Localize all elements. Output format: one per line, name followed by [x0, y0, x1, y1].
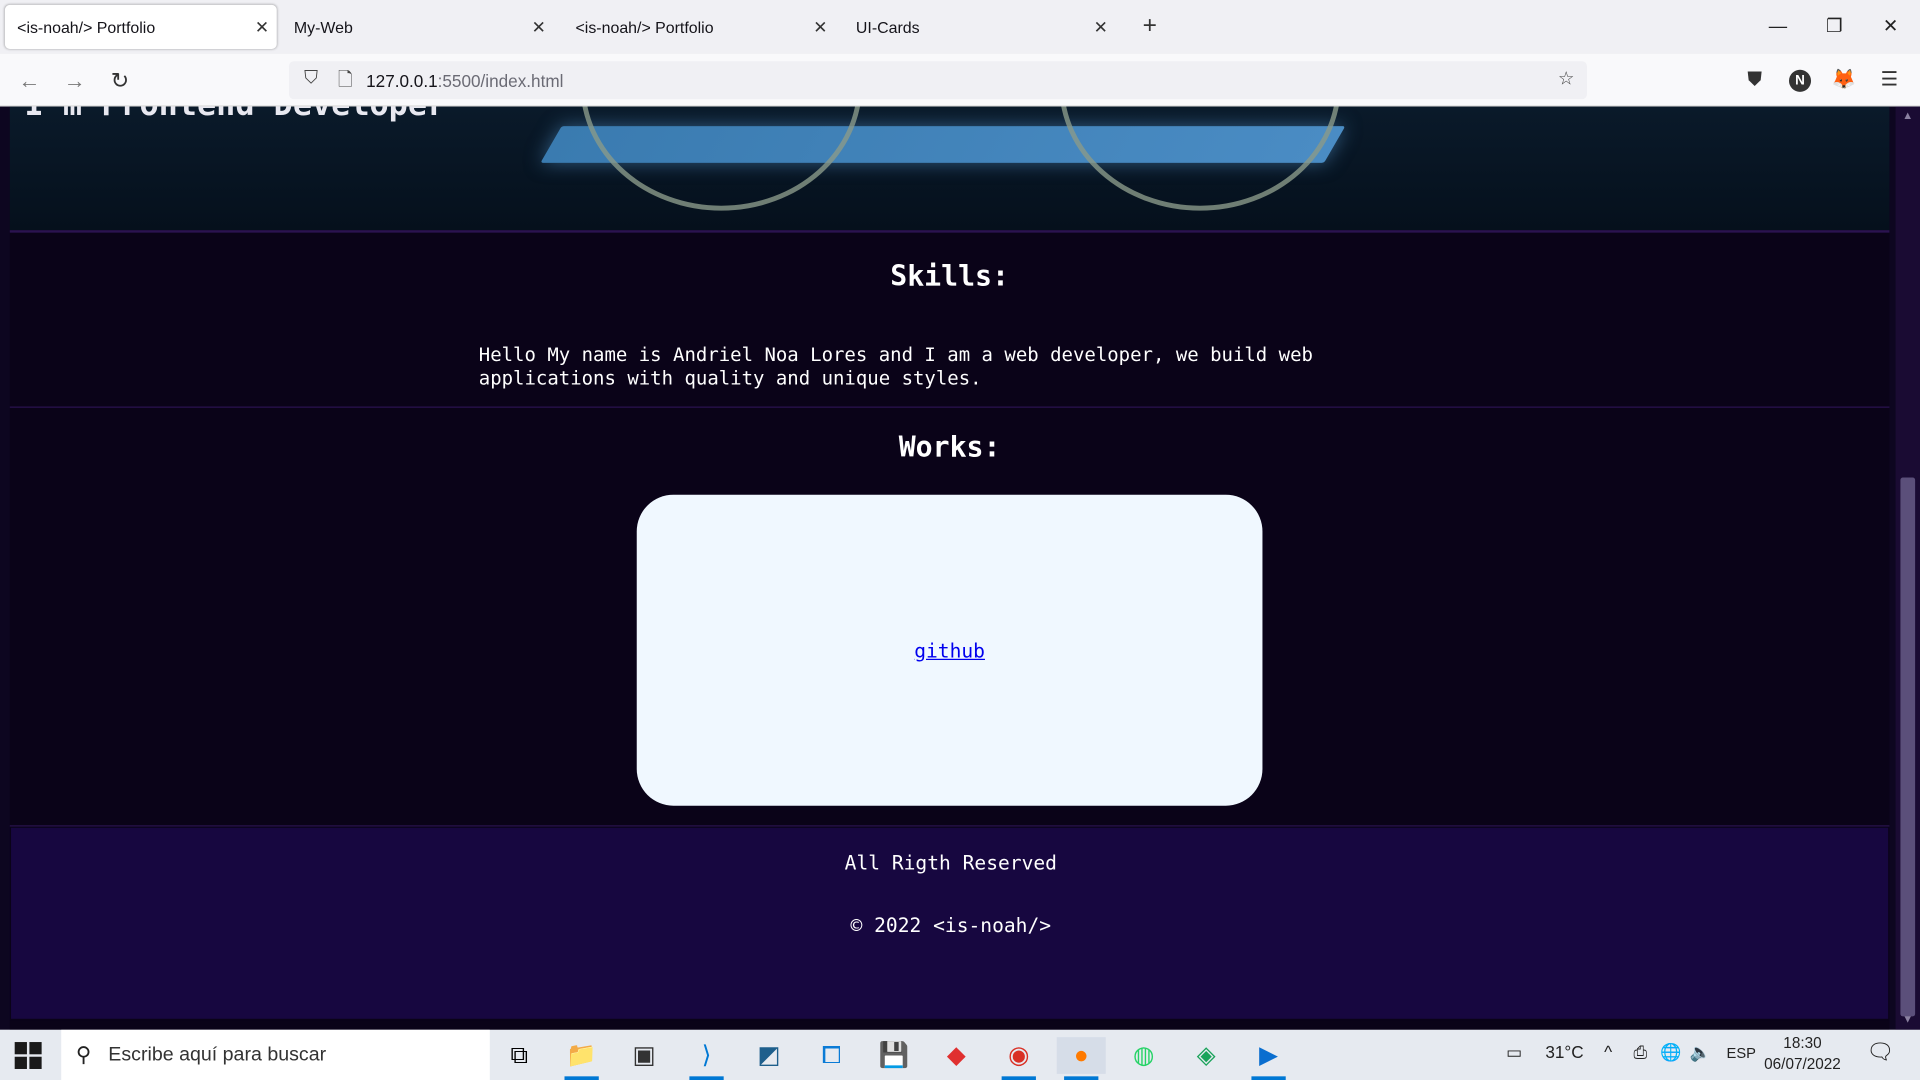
firefox-icon[interactable]: ● [1056, 1037, 1106, 1080]
screen: <is-noah/> Portfolio ✕ My-Web ✕ <is-noah… [0, 0, 1920, 1080]
close-tab-icon[interactable]: ✕ [247, 17, 276, 38]
scroll-down-arrow-icon[interactable]: ▼ [1900, 1013, 1915, 1028]
app-icon-red[interactable]: ◆ [932, 1037, 981, 1074]
work-card: github [636, 494, 1263, 806]
windows-start-icon[interactable] [14, 1042, 42, 1069]
github-link[interactable]: github [914, 639, 985, 662]
new-tab-button[interactable]: + [1136, 12, 1163, 39]
address-bar[interactable]: ⛉ 🗋 127.0.0.1:5500/index.html ☆ [288, 61, 1587, 100]
battery-icon[interactable]: ▭ [1506, 1042, 1522, 1063]
clock-time: 18:30 [1783, 1034, 1822, 1052]
forward-arrow-icon[interactable]: → [60, 66, 89, 95]
tab-my-web[interactable]: My-Web ✕ [282, 5, 554, 49]
tab-title: My-Web [293, 17, 353, 37]
dev-tool-icon[interactable]: ◩ [744, 1037, 793, 1074]
volume-icon[interactable]: 🔈 [1690, 1042, 1711, 1063]
shield-icon[interactable]: ⛉ [299, 67, 323, 91]
skills-section: Skills: Hello My name is Andriel Noa Lor… [9, 234, 1890, 408]
task-view-icon[interactable]: ⧉ [495, 1037, 544, 1074]
page-info-icon[interactable]: 🗋 [333, 67, 357, 91]
notifications-icon[interactable]: 🗨 [1866, 1040, 1894, 1066]
bookmark-star-icon[interactable]: ☆ [1554, 67, 1578, 91]
vscode-icon[interactable]: ⟩ [682, 1037, 731, 1080]
url-path: :5500/index.html [437, 70, 564, 91]
glasses-lens-left [580, 106, 863, 211]
taskbar-search-placeholder: Escribe aquí para buscar [108, 1043, 327, 1065]
skills-title: Skills: [890, 260, 1009, 293]
app-diamond-icon[interactable]: ◈ [1182, 1037, 1231, 1074]
tab-ui-cards[interactable]: UI-Cards ✕ [844, 5, 1116, 49]
works-title: Works: [898, 432, 1001, 465]
app-window-icon[interactable]: ⧠ [807, 1037, 856, 1074]
hero-title: I'm Frontend Developer [24, 107, 446, 124]
tab-title: UI-Cards [855, 17, 920, 37]
taskbar-clock[interactable]: 18:30 06/07/2022 [1763, 1033, 1841, 1075]
terminal-icon[interactable]: ▣ [620, 1037, 669, 1074]
account-avatar[interactable]: N [1788, 69, 1812, 92]
hero-banner: I'm Frontend Developer [9, 106, 1890, 233]
file-explorer-icon[interactable]: 📁 [557, 1037, 606, 1080]
page-viewport: I'm Frontend Developer Skills: Hello My … [0, 106, 1920, 1030]
temperature-label[interactable]: 31°C [1545, 1042, 1583, 1062]
device-icon[interactable]: ⎙ [1633, 1042, 1647, 1063]
reload-icon[interactable]: ↻ [105, 66, 134, 95]
page-footer: All Rigth Reserved © 2022 <is-noah/> [9, 826, 1890, 1021]
chrome-icon[interactable]: ◉ [994, 1037, 1043, 1080]
clock-date: 06/07/2022 [1764, 1055, 1841, 1073]
close-tab-icon[interactable]: ✕ [524, 17, 553, 38]
portfolio-page: I'm Frontend Developer Skills: Hello My … [9, 106, 1890, 1030]
url-host: 127.0.0.1 [366, 70, 438, 91]
media-app-icon[interactable]: ▶ [1244, 1037, 1293, 1080]
restore-button[interactable]: ❐ [1817, 10, 1851, 44]
close-tab-icon[interactable]: ✕ [806, 17, 835, 38]
skills-description: Hello My name is Andriel Noa Lores and I… [478, 344, 1313, 390]
back-arrow-icon[interactable]: ← [15, 66, 44, 95]
close-tab-icon[interactable]: ✕ [1086, 17, 1115, 38]
footer-rights: All Rigth Reserved [844, 851, 1057, 875]
scroll-up-arrow-icon[interactable]: ▲ [1900, 109, 1915, 124]
browser-nav-bar: ← → ↻ ⛉ 🗋 127.0.0.1:5500/index.html ☆ ⛊ … [0, 53, 1920, 107]
metamask-extension-icon[interactable]: 🦊 [1829, 66, 1858, 95]
tab-portfolio-active[interactable]: <is-noah/> Portfolio ✕ [4, 4, 277, 49]
menu-icon[interactable]: ☰ [1875, 66, 1904, 95]
works-section: Works: github [9, 408, 1890, 827]
page-scrollbar[interactable]: ▲ ▼ [1895, 106, 1920, 1030]
search-icon: ⚲ [75, 1042, 92, 1066]
chevron-up-icon[interactable]: ^ [1604, 1042, 1612, 1062]
taskbar-search-box[interactable]: ⚲ Escribe aquí para buscar [61, 1029, 490, 1080]
tab-portfolio[interactable]: <is-noah/> Portfolio ✕ [563, 5, 835, 49]
footer-copyright: © 2022 <is-noah/> [850, 913, 1052, 937]
minimize-button[interactable]: — [1761, 10, 1795, 44]
tab-title: <is-noah/> Portfolio [17, 17, 156, 37]
browser-tab-bar: <is-noah/> Portfolio ✕ My-Web ✕ <is-noah… [0, 0, 1920, 54]
glasses-lens-right [1059, 106, 1341, 211]
windows-taskbar: ⚲ Escribe aquí para buscar ⧉ 📁 ▣ ⟩ ◩ ⧠ 💾… [0, 1029, 1920, 1080]
pocket-icon[interactable]: ⛊ [1740, 66, 1769, 95]
close-window-button[interactable]: ✕ [1873, 10, 1907, 44]
scroll-thumb[interactable] [1900, 477, 1916, 1017]
tab-title: <is-noah/> Portfolio [575, 17, 714, 37]
save-app-icon[interactable]: 💾 [869, 1037, 918, 1074]
language-indicator[interactable]: ESP [1727, 1044, 1756, 1061]
network-globe-icon[interactable]: 🌐 [1660, 1042, 1681, 1063]
whatsapp-icon[interactable]: ◍ [1119, 1037, 1168, 1074]
